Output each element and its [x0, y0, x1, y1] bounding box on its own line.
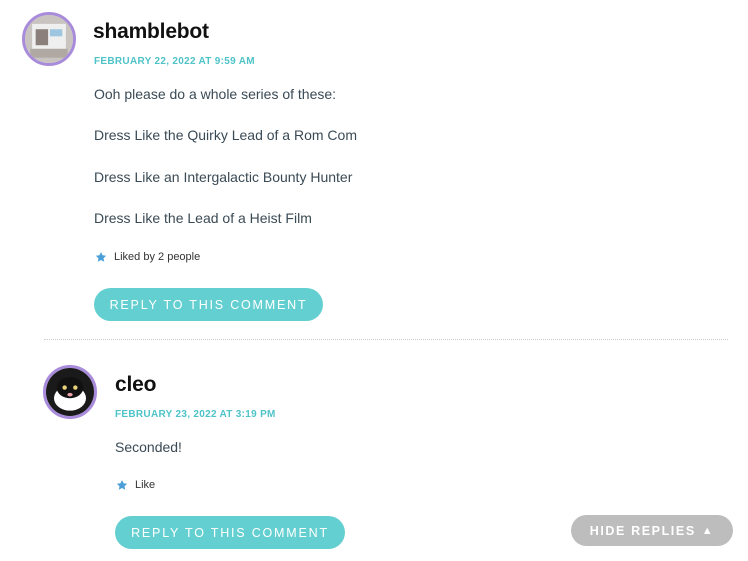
- comment-author[interactable]: cleo: [115, 373, 156, 397]
- like-label: Like: [135, 479, 156, 491]
- reply-button[interactable]: REPLY TO THIS COMMENT: [94, 288, 323, 321]
- comment-divider: [44, 339, 728, 340]
- likes-text: Liked by 2 people: [114, 251, 201, 263]
- comment-date[interactable]: FEBRUARY 23, 2022 AT 3:19 PM: [115, 409, 276, 420]
- comment-text: Dress Like the Quirky Lead of a Rom Com: [94, 127, 357, 143]
- hide-replies-label: HIDE REPLIES: [589, 523, 696, 538]
- avatar[interactable]: [43, 365, 97, 419]
- cat-avatar-image: [46, 368, 94, 416]
- star-icon: [95, 252, 107, 262]
- comment-text: Dress Like the Lead of a Heist Film: [94, 210, 312, 226]
- hide-replies-button[interactable]: HIDE REPLIES ▲: [571, 515, 733, 546]
- reply-button[interactable]: REPLY TO THIS COMMENT: [115, 516, 345, 549]
- likes-row[interactable]: Liked by 2 people: [95, 251, 200, 263]
- avatar[interactable]: [22, 12, 76, 66]
- star-icon: [116, 480, 128, 490]
- caret-up-icon: ▲: [701, 524, 715, 537]
- avatar-image: [25, 15, 73, 63]
- comment-author[interactable]: shamblebot: [93, 20, 209, 44]
- comment-text: Seconded!: [115, 439, 182, 455]
- comment-text: Dress Like an Intergalactic Bounty Hunte…: [94, 169, 353, 185]
- comment-date[interactable]: FEBRUARY 22, 2022 AT 9:59 AM: [94, 56, 255, 67]
- like-button[interactable]: Like: [116, 479, 155, 491]
- comment-text: Ooh please do a whole series of these:: [94, 86, 337, 102]
